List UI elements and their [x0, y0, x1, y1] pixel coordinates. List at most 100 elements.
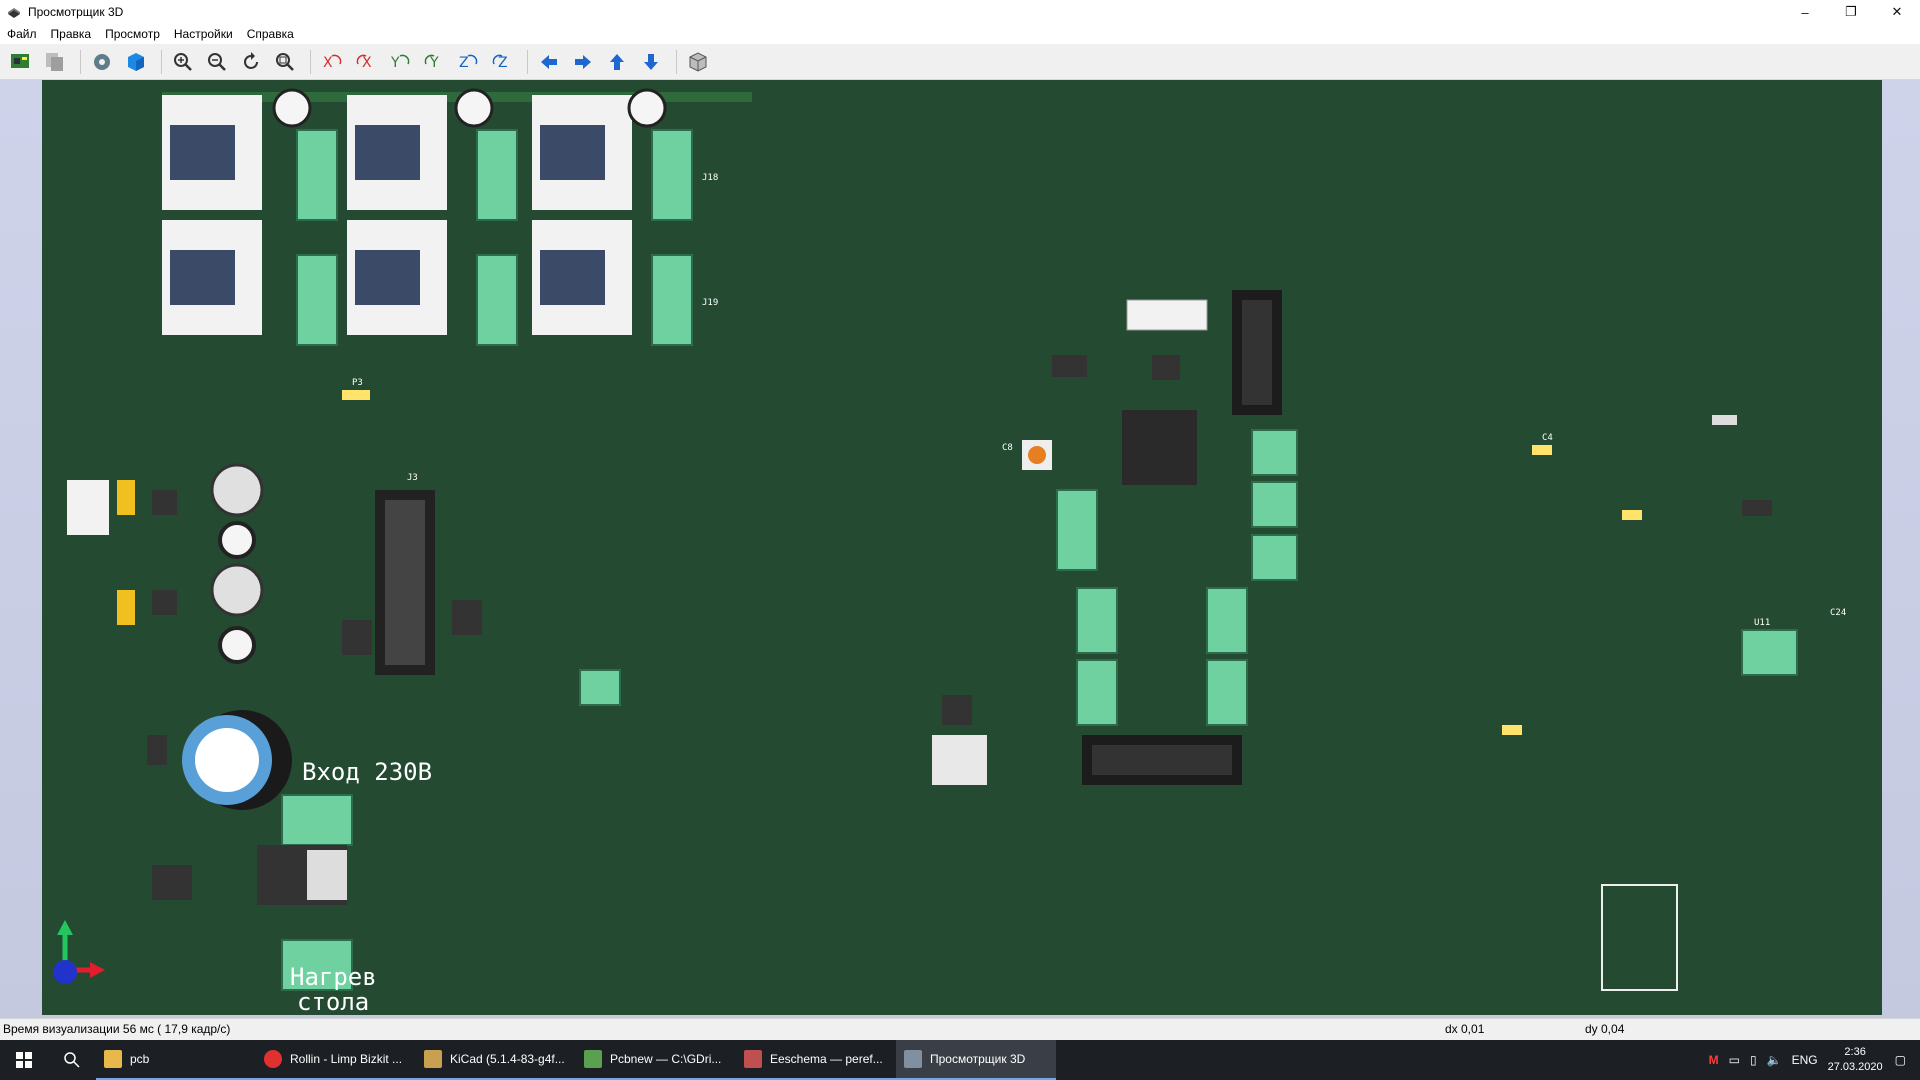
pan-right-icon	[575, 54, 591, 69]
ref-label: J19	[702, 298, 718, 308]
notifications-icon[interactable]: ▢	[1895, 1053, 1906, 1067]
system-tray: M ▭ ▯ 🔈 ENG 2:36 27.03.2020 ▢	[1709, 1040, 1920, 1080]
toolbar-separator	[80, 49, 81, 74]
taskbar-item-label: Rollin - Limp Bizkit ...	[290, 1052, 403, 1066]
3d-viewport[interactable]: Вход 230В Нагрев стола J18 J19 P3 J3 C8 …	[0, 80, 1920, 1018]
menu-help[interactable]: Справка	[240, 24, 301, 44]
pcbnew-icon	[584, 1050, 602, 1068]
network-icon[interactable]: ▭	[1729, 1053, 1740, 1067]
ortho-projection-button[interactable]	[683, 47, 713, 77]
opera-icon	[264, 1050, 282, 1068]
right-components	[1502, 415, 1798, 991]
stepper-drivers	[162, 95, 632, 335]
clock[interactable]: 2:36 27.03.2020	[1828, 1045, 1883, 1075]
rotate-y-ccw-button[interactable]: Y	[419, 47, 449, 77]
taskbar-item-label: pcb	[130, 1052, 150, 1066]
zoom-out-icon	[208, 52, 226, 71]
taskbar-item-3d-viewer[interactable]: Просмотрщик 3D	[896, 1040, 1056, 1080]
dx-readout: dx 0,01	[1445, 1022, 1485, 1036]
rotate-x-cw-icon: X	[323, 54, 342, 71]
rotate-x-ccw-icon: X	[356, 54, 372, 71]
taskbar-item-kicad[interactable]: KiCad (5.1.4-83-g4f...	[416, 1040, 576, 1080]
clock-time: 2:36	[1844, 1046, 1866, 1058]
ref-label: J3	[407, 473, 418, 483]
folder-icon	[104, 1050, 122, 1068]
rotate-z-ccw-button[interactable]: Z	[487, 47, 517, 77]
taskbar-item-eeschema[interactable]: Eeschema — peref...	[736, 1040, 896, 1080]
3d-shading-icon	[128, 52, 144, 71]
redraw-button[interactable]	[236, 47, 266, 77]
menu-view[interactable]: Просмотр	[98, 24, 167, 44]
ref-label: C8	[1002, 443, 1013, 453]
render-time: Время визуализации 56 мс ( 17,9 кадр/с)	[3, 1022, 231, 1036]
mcu-area	[1022, 290, 1282, 485]
language-indicator[interactable]: ENG	[1792, 1053, 1818, 1067]
kicad-icon	[424, 1050, 442, 1068]
toolbar: X X Y Y Z Z	[0, 44, 1920, 80]
close-button[interactable]: ✕	[1874, 0, 1920, 24]
j3-connector	[342, 490, 482, 675]
pcb-render: Вход 230В Нагрев стола J18 J19 P3 J3 C8 …	[67, 88, 1846, 1016]
rotate-z-ccw-icon: Z	[492, 54, 508, 71]
volume-icon[interactable]: 🔈	[1767, 1053, 1782, 1067]
ref-label: C24	[1830, 608, 1846, 618]
svg-text:X: X	[323, 55, 333, 71]
status-bar: Время визуализации 56 мс ( 17,9 кадр/с) …	[0, 1018, 1920, 1041]
bed-label-2: стола	[297, 988, 369, 1015]
menu-edit[interactable]: Правка	[44, 24, 99, 44]
rotate-x-ccw-button[interactable]: X	[351, 47, 381, 77]
zoom-fit-button[interactable]	[270, 47, 300, 77]
render-settings-icon	[94, 53, 110, 70]
pan-down-button[interactable]	[636, 47, 666, 77]
taskbar-item-opera[interactable]: Rollin - Limp Bizkit ...	[256, 1040, 416, 1080]
zoom-in-icon	[174, 52, 192, 71]
rotate-z-cw-icon: Z	[459, 54, 478, 71]
taskbar-item-label: KiCad (5.1.4-83-g4f...	[450, 1052, 565, 1066]
copy-image-button[interactable]	[40, 47, 70, 77]
antivirus-icon[interactable]: M	[1709, 1053, 1719, 1067]
svg-text:X: X	[362, 55, 372, 71]
menu-file[interactable]: Файл	[0, 24, 44, 44]
windows-icon	[16, 1052, 32, 1068]
pan-left-button[interactable]	[534, 47, 564, 77]
pan-right-button[interactable]	[568, 47, 598, 77]
rotate-z-cw-button[interactable]: Z	[453, 47, 483, 77]
clock-date: 27.03.2020	[1827, 1061, 1883, 1073]
app-icon	[8, 8, 20, 18]
toolbar-separator	[676, 49, 677, 74]
ref-label: P3	[352, 378, 363, 388]
search-button[interactable]	[48, 1040, 96, 1080]
minimize-button[interactable]: –	[1782, 0, 1828, 24]
zoom-in-button[interactable]	[168, 47, 198, 77]
ref-label: U11	[1754, 618, 1770, 628]
toolbar-separator	[527, 49, 528, 74]
render-settings-button[interactable]	[87, 47, 117, 77]
ref-label: C4	[1542, 433, 1553, 443]
svg-text:Y: Y	[390, 55, 400, 71]
3d-shading-button[interactable]	[121, 47, 151, 77]
maximize-button[interactable]: ❐	[1828, 0, 1874, 24]
taskbar-item-pcb[interactable]: pcb	[96, 1040, 256, 1080]
usb-chip	[942, 695, 972, 725]
input-label: Вход 230В	[302, 758, 432, 786]
export-pcb-button[interactable]	[6, 47, 36, 77]
taskbar-item-label: Просмотрщик 3D	[930, 1052, 1026, 1066]
start-button[interactable]	[0, 1040, 48, 1080]
rotate-x-cw-button[interactable]: X	[317, 47, 347, 77]
taskbar-item-pcbnew[interactable]: Pcbnew — C:\GDri...	[576, 1040, 736, 1080]
usb-connector	[932, 735, 987, 785]
dy-readout: dy 0,04	[1585, 1022, 1625, 1036]
title-bar: Просмотрщик 3D – ❐ ✕	[0, 0, 1920, 24]
toolbar-separator	[310, 49, 311, 74]
battery-icon[interactable]: ▯	[1750, 1053, 1757, 1067]
pan-up-button[interactable]	[602, 47, 632, 77]
bed-label-1: Нагрев	[290, 963, 377, 991]
rotate-y-cw-button[interactable]: Y	[385, 47, 415, 77]
export-pcb-icon	[11, 53, 29, 68]
pcb-board: Вход 230В Нагрев стола J18 J19 P3 J3 C8 …	[42, 80, 1882, 1016]
search-icon	[64, 1052, 80, 1068]
taskbar-item-label: Eeschema — peref...	[770, 1052, 883, 1066]
zoom-out-button[interactable]	[202, 47, 232, 77]
menu-settings[interactable]: Настройки	[167, 24, 240, 44]
copy-image-icon	[46, 52, 63, 71]
